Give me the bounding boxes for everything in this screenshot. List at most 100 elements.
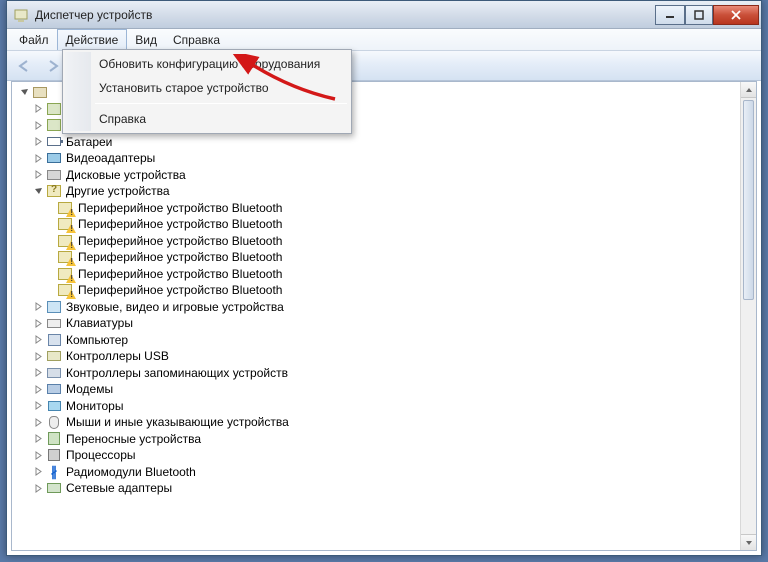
tree-category[interactable]: Модемы (12, 381, 740, 398)
vertical-scrollbar[interactable] (740, 82, 756, 550)
monitor-icon (46, 150, 62, 166)
expand-icon[interactable] (32, 350, 44, 362)
tree-line (44, 251, 56, 263)
tree-item-bt-peripheral[interactable]: !Периферийное устройство Bluetooth (12, 216, 740, 233)
tree-label: Видеоадаптеры (66, 151, 155, 165)
warning-device-icon: ! (58, 233, 74, 249)
expand-icon[interactable] (32, 433, 44, 445)
titlebar[interactable]: Диспетчер устройств (7, 1, 761, 29)
tree-category[interactable]: Переносные устройства (12, 431, 740, 448)
scroll-down-button[interactable] (741, 534, 756, 550)
mon2-icon (46, 398, 62, 414)
tree-category[interactable]: Мыши и иные указывающие устройства (12, 414, 740, 431)
disk-icon (46, 167, 62, 183)
menu-help[interactable]: Справка (165, 29, 228, 50)
expand-icon[interactable] (32, 367, 44, 379)
tree-item-bt-peripheral[interactable]: ! Периферийное устройство Bluetooth (12, 233, 740, 250)
expand-icon[interactable] (32, 152, 44, 164)
tree-item-bt-peripheral[interactable]: !Периферийное устройство Bluetooth (12, 282, 740, 299)
menu-file[interactable]: Файл (11, 29, 57, 50)
net-icon (46, 480, 62, 496)
collapse-icon[interactable] (32, 185, 44, 197)
expand-icon[interactable] (32, 119, 44, 131)
tree-label: Мыши и иные указывающие устройства (66, 415, 289, 429)
tree-label: Периферийное устройство Bluetooth (78, 283, 282, 297)
tree-label: Переносные устройства (66, 432, 201, 446)
tree-label: Процессоры (66, 448, 136, 462)
tree-category[interactable]: Звуковые, видео и игровые устройства (12, 299, 740, 316)
tree-category[interactable]: Компьютер (12, 332, 740, 349)
menu-scan-hardware[interactable]: Обновить конфигурацию оборудования (65, 52, 349, 76)
tree-category[interactable]: Видеоадаптеры (12, 150, 740, 167)
tree-label: Периферийное устройство Bluetooth (78, 267, 282, 281)
expand-icon[interactable] (32, 449, 44, 461)
minimize-button[interactable] (655, 5, 685, 25)
tree-label: Звуковые, видео и игровые устройства (66, 300, 284, 314)
generic-icon (46, 117, 62, 133)
tree-line (44, 268, 56, 280)
tree-category[interactable]: Контроллеры запоминающих устройств (12, 365, 740, 382)
app-icon (13, 7, 29, 23)
scroll-up-button[interactable] (741, 82, 756, 98)
menu-view[interactable]: Вид (127, 29, 165, 50)
computer-root-icon (32, 84, 48, 100)
tree-line (44, 202, 56, 214)
sound-icon (46, 299, 62, 315)
cpu-icon (46, 447, 62, 463)
expand-icon[interactable] (32, 169, 44, 181)
expand-icon[interactable] (32, 103, 44, 115)
tree-label: Периферийное устройство Bluetooth (78, 234, 282, 248)
action-menu-dropdown: Обновить конфигурацию оборудования Устан… (62, 49, 352, 134)
tree-item-bt-peripheral[interactable]: !Периферийное устройство Bluetooth (12, 200, 740, 217)
tree-item-bt-peripheral[interactable]: !Периферийное устройство Bluetooth (12, 249, 740, 266)
collapse-icon[interactable] (18, 86, 30, 98)
portable-icon (46, 431, 62, 447)
tree-category[interactable]: Процессоры (12, 447, 740, 464)
tree-label: Периферийное устройство Bluetooth (78, 201, 282, 215)
tree-label: Другие устройства (66, 184, 170, 198)
expand-icon[interactable] (32, 334, 44, 346)
close-button[interactable] (713, 5, 759, 25)
scroll-thumb[interactable] (743, 100, 754, 300)
expand-icon[interactable] (32, 416, 44, 428)
modem-icon (46, 381, 62, 397)
expand-icon[interactable] (32, 400, 44, 412)
device-tree[interactable]: hiddenhiddenБатареиВидеоадаптерыДисковые… (12, 82, 740, 550)
generic-icon (46, 101, 62, 117)
tree-category[interactable]: Контроллеры USB (12, 348, 740, 365)
window-title: Диспетчер устройств (35, 8, 655, 22)
tree-category[interactable]: Сетевые адаптеры (12, 480, 740, 497)
tree-label: Радиомодули Bluetooth (66, 465, 196, 479)
mouse-icon (46, 414, 62, 430)
menu-action[interactable]: Действие (57, 29, 128, 50)
other-devices-icon (46, 183, 62, 199)
warning-device-icon: ! (58, 216, 74, 232)
tree-label: Клавиатуры (66, 316, 133, 330)
kb-icon (46, 315, 62, 331)
bluetooth-icon: ∦ (46, 464, 62, 480)
tree-label: Компьютер (66, 333, 128, 347)
menu-add-legacy[interactable]: Установить старое устройство (65, 76, 349, 100)
tree-category[interactable]: Дисковые устройства (12, 167, 740, 184)
expand-icon[interactable] (32, 383, 44, 395)
tree-line (44, 284, 56, 296)
expand-icon[interactable] (32, 301, 44, 313)
tree-label: Дисковые устройства (66, 168, 186, 182)
expand-icon[interactable] (32, 466, 44, 478)
tree-item-bt-peripheral[interactable]: ! Периферийное устройство Bluetooth (12, 266, 740, 283)
expand-icon[interactable] (32, 482, 44, 494)
tree-category-other-devices[interactable]: Другие устройства (12, 183, 740, 200)
back-button[interactable] (13, 54, 37, 78)
tree-category[interactable]: ∦ Радиомодули Bluetooth (12, 464, 740, 481)
battery-icon (46, 134, 62, 150)
maximize-button[interactable] (685, 5, 713, 25)
tree-line (44, 218, 56, 230)
warning-device-icon: ! (58, 266, 74, 282)
menu-help-item[interactable]: Справка (65, 107, 349, 131)
tree-category[interactable]: Клавиатуры (12, 315, 740, 332)
tree-label: Мониторы (66, 399, 123, 413)
tree-category[interactable]: Батареи (12, 134, 740, 151)
expand-icon[interactable] (32, 317, 44, 329)
expand-icon[interactable] (32, 136, 44, 148)
tree-category[interactable]: Мониторы (12, 398, 740, 415)
